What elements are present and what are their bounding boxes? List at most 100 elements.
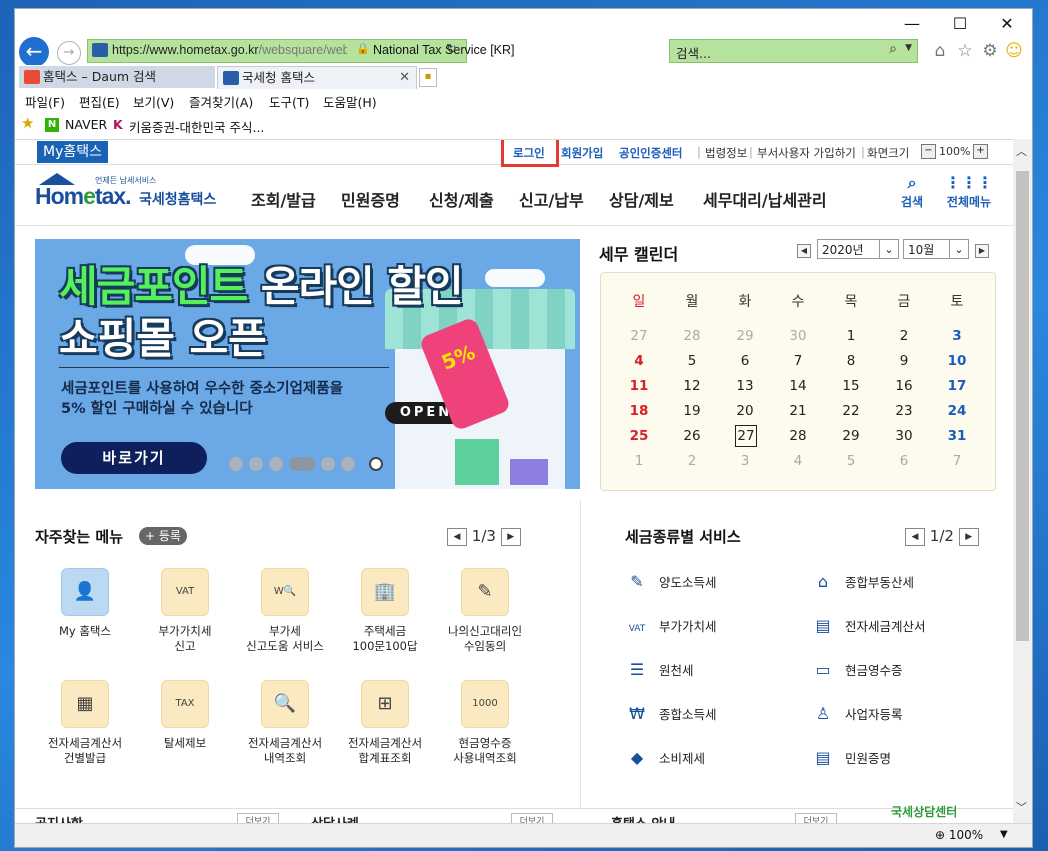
calendar-day[interactable]: 3 (725, 453, 765, 469)
search-input[interactable]: 검색... ⌕ ▼ (669, 39, 918, 63)
calendar-day[interactable]: 30 (778, 328, 818, 344)
tax-service-item[interactable]: ▤ 민원증명 (811, 748, 891, 767)
frequent-menu-item[interactable]: ⊞ 전자세금계산서 합계표조회 (335, 680, 435, 766)
chevron-down-icon[interactable]: ▼ (905, 43, 912, 53)
cert-center-link[interactable]: 공인인증센터 (619, 145, 682, 161)
tax-service-item[interactable]: ◆ 소비제세 (625, 748, 705, 767)
frequent-menu-item[interactable]: 👤 My 홈택스 (35, 568, 135, 639)
search-icon[interactable]: ⌕ (889, 41, 897, 57)
next-page-button[interactable]: ▶ (500, 527, 521, 546)
tax-service-item[interactable]: ▭ 현금영수증 (811, 660, 902, 679)
register-button[interactable]: + 등록 (139, 527, 187, 545)
back-button[interactable]: ← (19, 37, 49, 67)
nav-apply-submit[interactable]: 신청/제출 (429, 187, 494, 211)
tax-service-item[interactable]: ⌂ 종합부동산세 (811, 572, 914, 591)
frequent-menu-item[interactable]: 🏢 주택세금 100문100답 (335, 568, 435, 654)
calendar-day[interactable]: 7 (778, 353, 818, 369)
next-page-button[interactable]: ▶ (958, 527, 979, 546)
calendar-day[interactable]: 20 (725, 403, 765, 419)
calendar-day[interactable]: 1 (831, 328, 871, 344)
calendar-day[interactable]: 17 (937, 378, 977, 394)
tax-service-item[interactable]: VAT 부가가치세 (625, 616, 717, 635)
frequent-menu-item[interactable]: TAX 탈세제보 (135, 680, 235, 751)
menu-help[interactable]: 도움말(H) (323, 92, 377, 111)
lock-icon[interactable]: 🔒 (356, 42, 370, 58)
calendar-day[interactable]: 7 (937, 453, 977, 469)
calendar-day[interactable]: 18 (619, 403, 659, 419)
nav-counsel-report[interactable]: 상담/제보 (609, 187, 674, 211)
calendar-day[interactable]: 2 (672, 453, 712, 469)
calendar-day[interactable]: 9 (884, 353, 924, 369)
frequent-menu-item[interactable]: 1000 현금영수증 사용내역조회 (435, 680, 535, 766)
calendar-day[interactable]: 3 (937, 328, 977, 344)
tax-service-item[interactable]: ☰ 원천세 (625, 660, 694, 679)
menu-edit[interactable]: 편집(E) (79, 92, 120, 111)
home-icon[interactable]: ⌂ (929, 40, 951, 62)
smiley-icon[interactable]: ☺ (1003, 40, 1025, 62)
calendar-day-today[interactable]: 27 (735, 425, 757, 447)
tab-hometax[interactable]: 국세청 홈택스 ✕ (217, 66, 417, 89)
zoom-in-button[interactable]: + (973, 144, 988, 159)
calendar-day[interactable]: 23 (884, 403, 924, 419)
slide-dot[interactable] (269, 457, 283, 471)
calendar-day[interactable]: 5 (672, 353, 712, 369)
header-search-button[interactable]: ⌕ 검색 (901, 173, 923, 210)
zoom-out-button[interactable]: − (921, 144, 936, 159)
calendar-day[interactable]: 6 (884, 453, 924, 469)
fav-naver[interactable]: NAVER (65, 117, 107, 132)
prev-page-button[interactable]: ◀ (905, 527, 925, 546)
prev-year-button[interactable]: ◀ (797, 244, 811, 258)
calendar-day[interactable]: 4 (778, 453, 818, 469)
calendar-day[interactable]: 15 (831, 378, 871, 394)
hometax-logo[interactable]: 언제든 납세서비스 Hometax. 국세청홈택스 (35, 173, 220, 217)
calendar-day[interactable]: 16 (884, 378, 924, 394)
slide-dot-active[interactable] (289, 457, 315, 471)
refresh-icon[interactable]: ↻ (446, 41, 457, 57)
menu-favorites[interactable]: 즐겨찾기(A) (189, 92, 253, 111)
legal-info-link[interactable]: 법령정보 (705, 145, 747, 161)
next-month-button[interactable]: ▶ (975, 244, 989, 258)
scrollbar-thumb[interactable] (1016, 171, 1029, 641)
frequent-menu-item[interactable]: ▦ 전자세금계산서 건별발급 (35, 680, 135, 766)
calendar-day[interactable]: 6 (725, 353, 765, 369)
promo-banner[interactable]: 세금포인트 온라인 할인 쇼핑몰 오픈 세금포인트를 사용하여 우수한 중소기업… (35, 239, 580, 489)
tax-service-item[interactable]: ₩ 종합소득세 (625, 704, 716, 723)
nav-civil-cert[interactable]: 민원증명 (341, 187, 400, 211)
menu-view[interactable]: 보기(V) (133, 92, 174, 111)
calendar-day[interactable]: 4 (619, 353, 659, 369)
scroll-up-arrow[interactable]: ︿ (1016, 143, 1027, 159)
nav-inquiry-issue[interactable]: 조회/발급 (251, 187, 316, 211)
maximize-button[interactable]: ☐ (943, 11, 977, 37)
minimize-button[interactable]: — (895, 11, 929, 37)
menu-file[interactable]: 파일(F) (25, 92, 65, 111)
frequent-menu-item[interactable]: W🔍 부가세 신고도움 서비스 (235, 568, 335, 654)
tax-service-item[interactable]: ▤ 전자세금계산서 (811, 616, 925, 635)
calendar-day[interactable]: 24 (937, 403, 977, 419)
month-select[interactable]: 10월 ⌄ (903, 239, 969, 259)
tab-daum-search[interactable]: 홈택스 – Daum 검색 (19, 66, 215, 88)
slide-stop-button[interactable] (369, 457, 383, 471)
calendar-day[interactable]: 12 (672, 378, 712, 394)
slide-dot[interactable] (249, 457, 263, 471)
forward-button[interactable]: → (57, 41, 81, 65)
frequent-menu-item[interactable]: 🔍 전자세금계산서 내역조회 (235, 680, 335, 766)
zoom-dropdown[interactable]: ▼ (1000, 829, 1008, 840)
close-tab-icon[interactable]: ✕ (399, 67, 410, 89)
menu-tools[interactable]: 도구(T) (269, 92, 309, 111)
favorites-star-icon[interactable]: ★ (21, 114, 34, 132)
calendar-day[interactable]: 5 (831, 453, 871, 469)
calendar-day[interactable]: 8 (831, 353, 871, 369)
frequent-menu-item[interactable]: ✎ 나의신고대리인 수임동의 (435, 568, 535, 654)
calendar-day[interactable]: 29 (725, 328, 765, 344)
calendar-day[interactable]: 22 (831, 403, 871, 419)
calendar-day[interactable]: 10 (937, 353, 977, 369)
calendar-day[interactable]: 14 (778, 378, 818, 394)
address-url[interactable]: https://www.hometax.go.kr/websquare/webs… (112, 43, 347, 57)
calendar-day[interactable]: 2 (884, 328, 924, 344)
nav-report-pay[interactable]: 신고/납부 (519, 187, 584, 211)
calendar-day[interactable]: 28 (672, 328, 712, 344)
scroll-down-arrow[interactable]: ﹀ (1016, 799, 1027, 815)
zoom-level[interactable]: ⊕ 100% (935, 828, 983, 842)
my-hometax-button[interactable]: My홈택스 (37, 141, 109, 163)
calendar-day[interactable]: 11 (619, 378, 659, 394)
